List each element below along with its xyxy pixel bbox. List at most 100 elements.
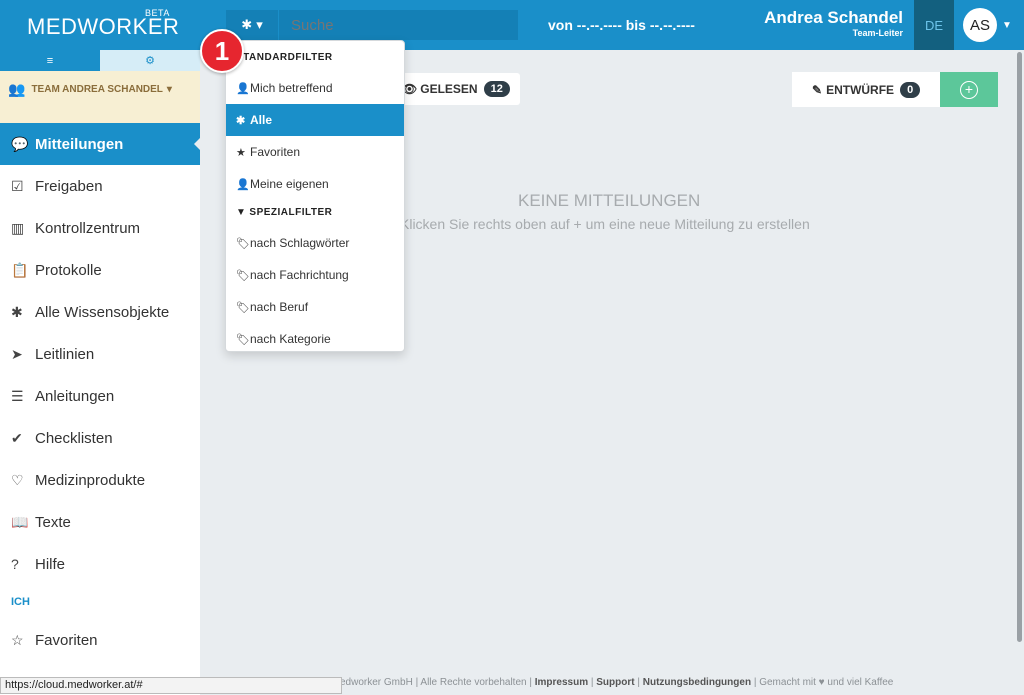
footer-link-support[interactable]: Support [596, 677, 634, 688]
sidebar-item-label: Hilfe [35, 555, 66, 573]
check-circle-icon: ✔ [11, 429, 23, 446]
filter-item-label: nach Schlagwörter [250, 236, 350, 250]
hamburger-icon: ≡ [46, 54, 54, 67]
footer-link-nutzungsbedingungen[interactable]: Nutzungsbedingungen [643, 677, 751, 688]
star-icon: ★ [236, 146, 246, 159]
list-icon: ☰ [11, 387, 24, 404]
sidebar-item-leitlinien[interactable]: ➤ Leitlinien [0, 333, 200, 375]
app-logo[interactable]: MEDWORKER BETA [27, 8, 179, 40]
user-role: Team-Leiter [852, 28, 903, 38]
tag-icon: 🏷 [236, 333, 250, 346]
filter-item-label: nach Kategorie [250, 332, 331, 346]
standard-filter-heading: STANDARDFILTER [236, 52, 333, 63]
sidebar-item-favoriten[interactable]: ☆ Favoriten [0, 619, 200, 661]
gelesen-count-badge: 12 [483, 81, 510, 97]
add-message-button[interactable]: + [940, 72, 998, 107]
sidebar-item-label: Anleitungen [35, 387, 115, 405]
group-icon: 👥 [8, 80, 26, 97]
caret-down-icon: ▾ [256, 17, 263, 32]
sidebar-item-wissensobjekte[interactable]: ✱ Alle Wissensobjekte [0, 291, 200, 333]
asterisk-icon: ✱ [236, 114, 246, 127]
entwuerfe-button[interactable]: ✎ ENTWÜRFE 0 [792, 72, 940, 107]
user-icon: 👤 [236, 82, 250, 95]
sidebar-item-label: Leitlinien [35, 345, 95, 363]
filter-item-mich-betreffend[interactable]: 👤 Mich betreffend [226, 72, 404, 104]
beta-label: BETA [145, 8, 170, 18]
empty-state-subtitle: Klicken Sie rechts oben auf + um eine ne… [400, 216, 810, 232]
user-name[interactable]: Andrea Schandel [764, 8, 903, 28]
footer-link-impressum[interactable]: Impressum [535, 677, 588, 688]
check-square-icon: ☑ [11, 177, 24, 194]
edit-icon: ✎ [812, 82, 823, 97]
sidebar-item-label: Checklisten [35, 429, 113, 447]
sidebar-item-mitteilungen[interactable]: 💬 Mitteilungen [0, 123, 201, 165]
star-icon: ☆ [11, 631, 24, 648]
sidebar-item-texte[interactable]: 📖 Texte [0, 501, 200, 543]
filter-dropdown-menu: STANDARDFILTER 👤 Mich betreffend ✱ Alle … [225, 40, 405, 352]
sidebar-item-anleitungen[interactable]: ☰ Anleitungen [0, 375, 200, 417]
date-range[interactable]: von --.--.---- bis --.--.---- [548, 17, 695, 33]
filter-item-beruf[interactable]: 🏷 nach Beruf [226, 291, 404, 323]
heartbeat-icon: ♡ [11, 471, 24, 488]
filter-item-fachrichtung[interactable]: 🏷 nach Fachrichtung [226, 259, 404, 291]
sidebar-item-label: Favoriten [35, 631, 98, 649]
filter-item-label: nach Beruf [250, 300, 309, 314]
book-icon: 📖 [11, 513, 29, 530]
tag-icon: 🏷 [236, 301, 250, 314]
entwuerfe-count-badge: 0 [900, 81, 921, 98]
filter-item-label: nach Fachrichtung [250, 268, 349, 282]
sidebar-item-checklisten[interactable]: ✔ Checklisten [0, 417, 200, 459]
tutorial-step-marker: 1 [200, 29, 244, 73]
sidebar-item-medizinprodukte[interactable]: ♡ Medizinprodukte [0, 459, 200, 501]
funnel-icon: ▼ [236, 207, 247, 218]
sidebar-tabs: ≡ ⚙ [0, 50, 200, 71]
empty-state-title: KEINE MITTEILUNGEN [518, 191, 701, 210]
sidebar-item-protokolle[interactable]: 📋 Protokolle [0, 249, 200, 291]
sidebar-item-label: Alle Wissensobjekte [35, 303, 170, 321]
avatar[interactable]: AS [963, 8, 997, 42]
sidebar-item-label: Texte [35, 513, 71, 531]
tab-network[interactable]: ⚙ [100, 50, 200, 71]
sidebar-item-hilfe[interactable]: ? Hilfe [0, 543, 200, 585]
caret-down-icon[interactable]: ▼ [1002, 20, 1012, 31]
filter-item-schlagwoerter[interactable]: 🏷 nach Schlagwörter [226, 227, 404, 259]
filter-item-meine-eigenen[interactable]: 👤 Meine eigenen [226, 168, 404, 200]
footer-made-with: | Gemacht mit ♥ und viel Kaffee [751, 677, 894, 688]
team-label: TEAM ANDREA SCHANDEL [31, 83, 163, 95]
entwuerfe-label: ENTWÜRFE [826, 82, 895, 97]
top-header: MEDWORKER BETA ✱ ▾ von --.--.---- bis --… [0, 0, 1024, 50]
tab-menu[interactable]: ≡ [0, 50, 100, 71]
scrollbar[interactable] [1017, 52, 1022, 642]
arrow-icon: ➤ [11, 345, 23, 362]
caret-down-icon: ▾ [166, 83, 172, 95]
team-selector[interactable]: 👥 TEAM ANDREA SCHANDEL ▾ [0, 71, 200, 107]
search-input[interactable] [279, 10, 518, 40]
sidebar-item-kontrollzentrum[interactable]: ▥ Kontrollzentrum [0, 207, 200, 249]
status-url-bar: https://cloud.medworker.at/# [0, 677, 342, 694]
filter-item-label: Mich betreffend [250, 81, 333, 95]
sidebar-item-label: Mitteilungen [35, 135, 124, 153]
sidebar-item-freigaben[interactable]: ☑ Freigaben [0, 165, 200, 207]
plus-circle-icon: + [960, 80, 978, 99]
gelesen-label: GELESEN [420, 82, 478, 96]
sidebar-item-label: Kontrollzentrum [35, 219, 141, 237]
filter-item-alle[interactable]: ✱ Alle [226, 104, 404, 136]
clipboard-icon: 📋 [11, 261, 29, 278]
filter-item-label: Alle [250, 113, 273, 127]
gelesen-filter-button[interactable]: 👁 GELESEN 12 [396, 73, 520, 105]
special-filter-heading: ▼ SPEZIALFILTER [226, 204, 404, 221]
filter-item-label: Meine eigenen [250, 177, 329, 191]
user-icon: 👤 [236, 178, 250, 191]
footer-copyright: edworker GmbH | Alle Rechte vorbehalten … [340, 677, 535, 688]
footer: edworker GmbH | Alle Rechte vorbehalten … [340, 677, 894, 688]
section-ich: ICH [11, 596, 30, 608]
sidebar-item-label: Freigaben [35, 177, 103, 195]
filter-item-label: Favoriten [250, 145, 301, 159]
asterisk-icon: ✱ [11, 303, 23, 320]
filter-item-favoriten[interactable]: ★ Favoriten [226, 136, 404, 168]
bar-chart-icon: ▥ [11, 219, 25, 236]
filter-item-kategorie[interactable]: 🏷 nach Kategorie [226, 323, 404, 355]
special-filter-label: SPEZIALFILTER [249, 207, 333, 218]
question-circle-icon: ? [11, 556, 19, 572]
language-switch[interactable]: DE [914, 0, 954, 50]
